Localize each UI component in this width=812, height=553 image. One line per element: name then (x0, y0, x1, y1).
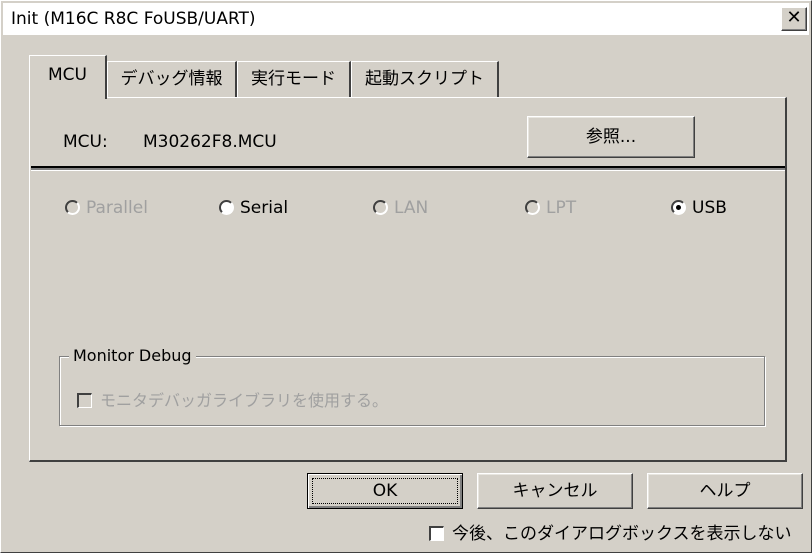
close-button[interactable]: ✕ (781, 7, 807, 31)
tab-startup-script-label: 起動スクリプト (365, 69, 484, 89)
separator-highlight (31, 170, 785, 171)
radio-serial[interactable]: Serial (219, 198, 288, 218)
radio-lan[interactable]: LAN (373, 198, 428, 218)
checkbox-box (77, 393, 92, 408)
tab-run-mode[interactable]: 実行モード (237, 61, 351, 97)
radio-usb[interactable]: USB (671, 198, 727, 218)
radio-parallel-label: Parallel (86, 198, 148, 218)
radio-lpt[interactable]: LPT (525, 198, 576, 218)
window-title: Init (M16C R8C FoUSB/UART) (11, 9, 256, 29)
radio-usb-circle (671, 200, 686, 215)
radio-lan-circle (373, 200, 388, 215)
radio-parallel[interactable]: Parallel (65, 198, 148, 218)
help-button-label: ヘルプ (699, 481, 751, 501)
radio-parallel-circle (65, 200, 80, 215)
focus-rectangle (312, 478, 458, 504)
cancel-button-label: キャンセル (512, 481, 598, 501)
radio-usb-label: USB (692, 198, 727, 218)
checkbox-box (429, 526, 444, 541)
tab-debug-info-label: デバッグ情報 (120, 69, 223, 89)
dont-show-again-checkbox[interactable]: 今後、このダイアログボックスを表示しない (429, 519, 792, 544)
tab-debug-info[interactable]: デバッグ情報 (107, 61, 237, 97)
ok-button[interactable]: OK (307, 473, 463, 509)
cancel-button[interactable]: キャンセル (477, 473, 633, 509)
mcu-label: MCU: (63, 132, 108, 152)
radio-lan-label: LAN (394, 198, 429, 218)
use-monitor-library-label: モニタデバッガライブラリを使用する。 (100, 391, 389, 410)
use-monitor-library-checkbox[interactable]: モニタデバッガライブラリを使用する。 (77, 387, 388, 411)
dont-show-again-label: 今後、このダイアログボックスを表示しない (452, 524, 792, 544)
radio-serial-circle (219, 200, 234, 215)
radio-lpt-circle (525, 200, 540, 215)
title-bar[interactable]: Init (M16C R8C FoUSB/UART) ✕ (3, 3, 809, 35)
tab-startup-script[interactable]: 起動スクリプト (351, 61, 499, 97)
dialog-window: Init (M16C R8C FoUSB/UART) ✕ MCU デバッグ情報 … (0, 0, 812, 553)
help-button[interactable]: ヘルプ (647, 473, 803, 509)
close-icon: ✕ (786, 7, 802, 28)
browse-button[interactable]: 参照... (527, 116, 695, 158)
browse-button-label: 参照... (585, 127, 637, 147)
mcu-file-value: M30262F8.MCU (143, 132, 277, 152)
tab-mcu-label: MCU (48, 65, 87, 85)
radio-lpt-label: LPT (546, 198, 577, 218)
tab-mcu[interactable]: MCU (29, 55, 107, 99)
monitor-debug-title: Monitor Debug (69, 346, 196, 365)
radio-selected-dot (676, 205, 681, 210)
radio-serial-label: Serial (240, 198, 289, 218)
tab-run-mode-label: 実行モード (251, 69, 336, 89)
